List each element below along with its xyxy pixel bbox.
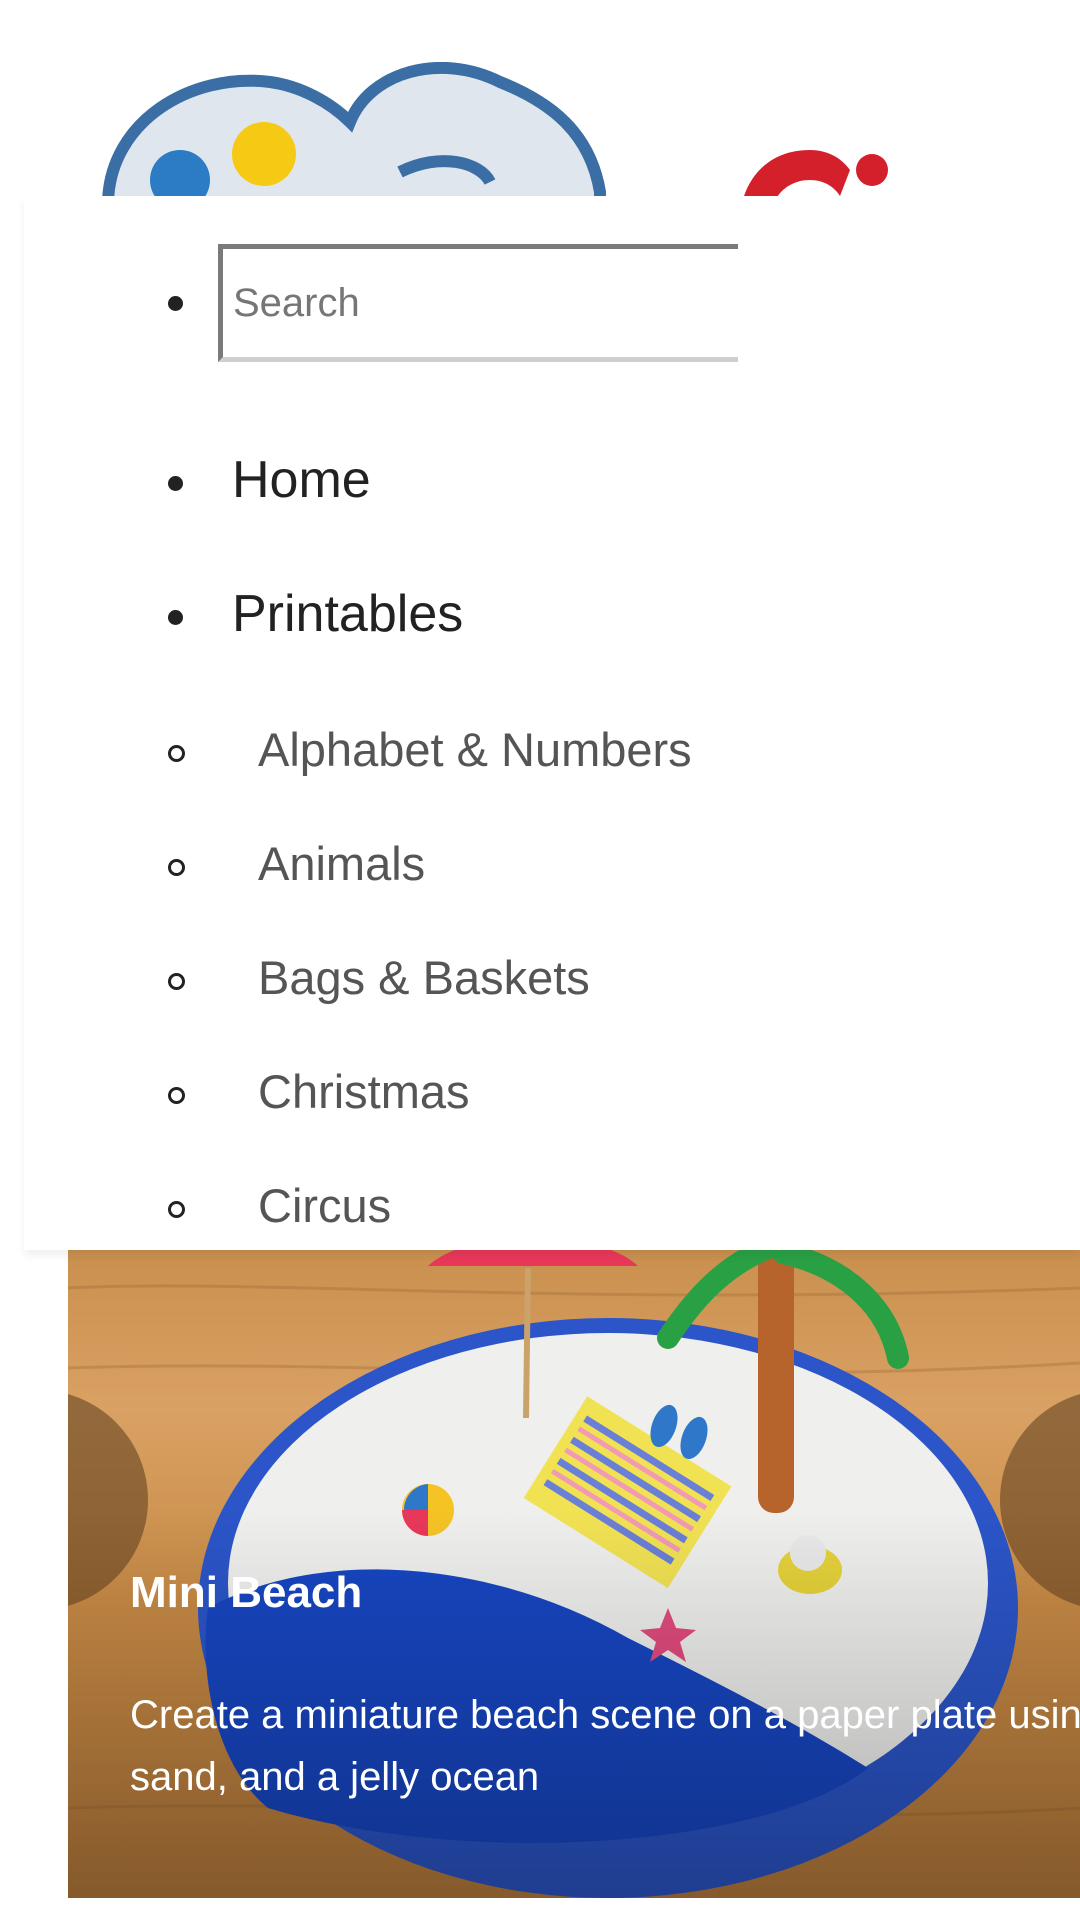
list-bullet-hollow — [168, 745, 185, 762]
list-bullet — [168, 296, 183, 311]
list-bullet-hollow — [168, 859, 185, 876]
logo-letter-icon — [744, 150, 888, 196]
nav-item-printables[interactable]: Printables — [232, 584, 463, 644]
slide-title[interactable]: Mini Beach — [130, 1568, 362, 1618]
nav-subitem-alphabet-numbers[interactable]: Alphabet & Numbers — [258, 722, 692, 777]
site-logo[interactable] — [0, 0, 1080, 196]
nav-subitem-bags-baskets[interactable]: Bags & Baskets — [258, 950, 590, 1005]
list-bullet-hollow — [168, 1201, 185, 1218]
nav-item-home[interactable]: Home — [232, 450, 371, 510]
search-input[interactable] — [218, 244, 738, 362]
logo-cloud-icon — [102, 62, 606, 196]
nav-subitem-animals[interactable]: Animals — [258, 836, 425, 891]
list-bullet-hollow — [168, 1087, 185, 1104]
list-bullet — [168, 476, 183, 491]
nav-subitem-christmas[interactable]: Christmas — [258, 1064, 470, 1119]
list-bullet — [168, 610, 183, 625]
featured-slide[interactable]: Mini Beach Create a miniature beach scen… — [68, 1248, 1080, 1898]
nav-menu-dropdown: Home Printables Alphabet & Numbers Anima… — [24, 196, 1080, 1250]
list-bullet-hollow — [168, 973, 185, 990]
nav-subitem-circus[interactable]: Circus — [258, 1178, 391, 1233]
slide-description: Create a miniature beach scene on a pape… — [130, 1693, 1080, 1799]
